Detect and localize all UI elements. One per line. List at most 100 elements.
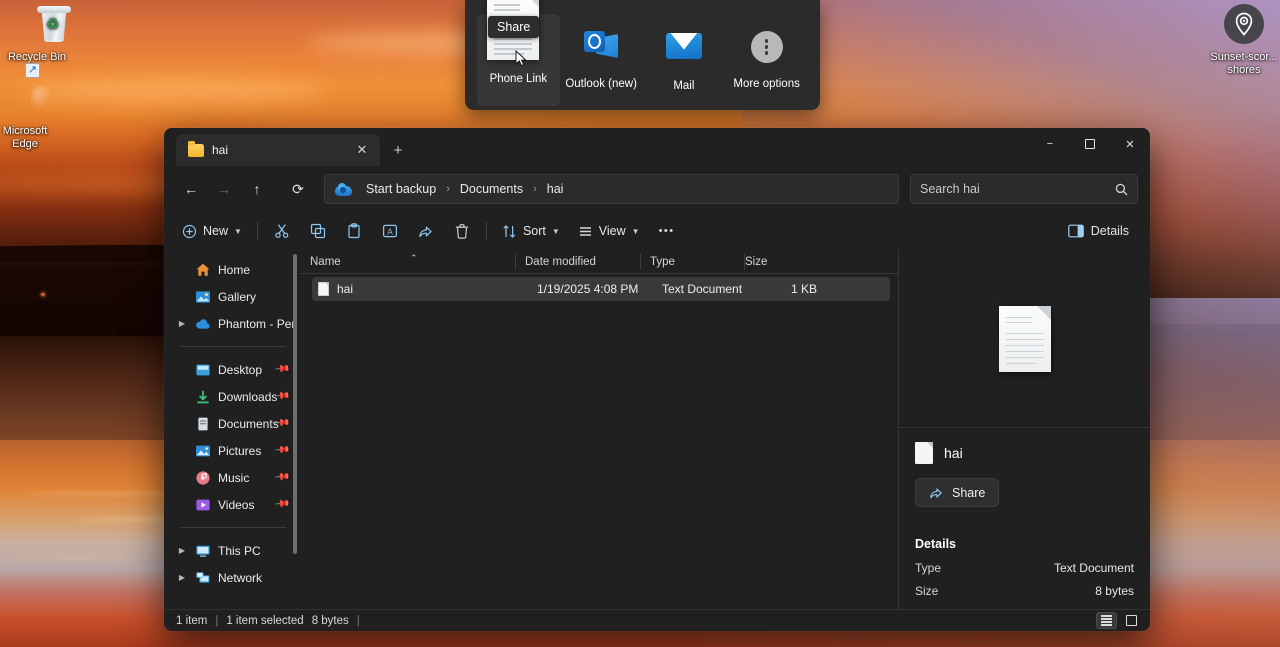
sidebar-item-label: Music [218,471,249,485]
pin-icon[interactable]: 📌 [273,469,290,485]
home-icon [195,262,211,278]
sidebar-item-downloads[interactable]: Downloads 📌 [168,383,294,410]
large-icons-view-button[interactable] [1121,612,1142,629]
up-button[interactable]: ↑ [242,174,272,204]
explorer-address-bar: ← → ↑ ⟳ Start backup › Documents › hai S… [164,166,1150,212]
expand-chevron-icon[interactable]: ▶ [176,319,188,328]
details-share-button[interactable]: Share [915,478,999,507]
sort-button[interactable]: Sort ▼ [494,216,568,246]
breadcrumb[interactable]: Start backup › Documents › hai [324,174,899,204]
sidebar-item-label: Videos [218,498,254,512]
share-icon [929,485,944,500]
expand-chevron-icon[interactable]: ▶ [176,573,188,582]
sidebar-item-home[interactable]: Home [168,256,294,283]
desktop-icon-label-line1: Microsoft [3,125,48,137]
desktop-icon-sunset-shores[interactable]: Sunset-scor... shores [1207,2,1280,77]
cut-button[interactable] [265,216,299,246]
new-tab-button[interactable]: + [386,138,410,162]
see-more-button[interactable]: ••• [650,216,684,246]
column-header-type[interactable]: Type [640,250,745,274]
details-view-button[interactable] [1096,612,1117,629]
expand-chevron-icon[interactable]: ▶ [176,546,188,555]
copy-button[interactable] [301,216,335,246]
column-header-label: Type [650,256,675,268]
minimize-button[interactable]: − [1030,128,1070,160]
svg-text:A: A [387,227,393,236]
close-button[interactable]: ✕ [1110,128,1150,160]
text-document-preview-icon [999,306,1051,372]
sort-icon [502,224,517,239]
paste-button[interactable] [337,216,371,246]
details-row-size: Size 8 bytes [915,584,1134,598]
ellipsis-icon: ••• [659,225,675,237]
large-icons-view-icon [1126,615,1137,626]
breadcrumb-item-documents[interactable]: Documents [453,180,530,198]
rename-button[interactable]: A [373,216,407,246]
details-pane-toggle[interactable]: Details [1059,216,1138,246]
folder-icon [188,144,204,157]
table-row[interactable]: hai 1/19/2025 4:08 PM Text Document 1 KB [312,277,890,301]
share-button[interactable] [409,216,443,246]
view-button[interactable]: View ▼ [570,216,648,246]
breadcrumb-item-start-backup[interactable]: Start backup [359,180,443,198]
downloads-icon [195,389,211,405]
details-content: hai Share Details Type Text Document Siz… [899,428,1150,609]
details-value: 8 bytes [1095,584,1134,598]
sidebar-item-label: Downloads [218,390,277,404]
rename-icon: A [382,223,398,239]
sidebar-item-documents[interactable]: Documents 📌 [168,410,294,437]
onedrive-icon [195,316,211,332]
desktop-icon-recycle-bin[interactable]: ♻ Recycle Bin [0,4,74,64]
share-target-more-options[interactable]: More options [725,14,808,90]
breadcrumb-item-hai[interactable]: hai [540,180,571,198]
pin-icon[interactable]: 📌 [273,361,290,377]
sidebar-item-videos[interactable]: Videos 📌 [168,491,294,518]
navigation-pane: Home Gallery ▶ [164,250,300,609]
share-tooltip: Share [488,16,539,38]
share-target-mail[interactable]: Mail [643,14,726,92]
desktop-icon-label-line2: shores [1207,64,1280,77]
wallpaper-light-dot [41,293,45,296]
pin-icon[interactable]: 📌 [273,442,290,458]
sidebar-item-gallery[interactable]: Gallery [168,283,294,310]
sidebar-item-network[interactable]: ▶ Network [168,564,294,591]
refresh-button[interactable]: ⟳ [283,174,313,204]
sidebar-scrollbar[interactable] [293,254,297,554]
status-selection-size: 8 bytes [312,615,349,627]
desktop-icon-microsoft-edge[interactable]: ↗ Microsoft Edge [0,78,62,151]
sidebar-item-phantom-personal[interactable]: ▶ Phantom - Persc [168,310,294,337]
sidebar-item-this-pc[interactable]: ▶ This PC [168,537,294,564]
file-type: Text Document [652,282,757,296]
share-button-label: Share [952,486,985,500]
sidebar-item-label: Phantom - Persc [218,317,294,331]
delete-button[interactable] [445,216,479,246]
search-input[interactable]: Search hai [910,174,1138,204]
chevron-down-icon: ▼ [234,227,242,236]
column-header-name[interactable]: Name ⌃ [300,250,515,274]
chevron-down-icon: ▼ [552,227,560,236]
pin-icon[interactable]: 📌 [273,496,290,512]
forward-button[interactable]: → [209,174,239,204]
back-button[interactable]: ← [176,174,206,204]
sidebar-item-desktop[interactable]: Desktop 📌 [168,356,294,383]
sidebar-item-label: Pictures [218,444,261,458]
divider [486,222,487,240]
sidebar-item-music[interactable]: Music 📌 [168,464,294,491]
new-button[interactable]: New ▼ [174,216,250,246]
paste-icon [346,223,362,239]
sidebar-item-pictures[interactable]: Pictures 📌 [168,437,294,464]
sidebar-item-label: Gallery [218,290,256,304]
column-header-size[interactable]: Size [745,250,815,274]
tab-close-button[interactable]: ✕ [350,138,374,162]
explorer-body: Home Gallery ▶ [164,250,1150,609]
share-target-outlook[interactable]: Outlook (new) [560,14,643,90]
details-section-title: Details [915,537,1134,551]
details-file-name: hai [944,445,963,461]
share-target-label: Outlook (new) [560,78,643,90]
share-target-label: More options [725,78,808,90]
column-header-date-modified[interactable]: Date modified [515,250,640,274]
explorer-tab-hai[interactable]: hai ✕ [176,134,380,166]
maximize-button[interactable] [1070,128,1110,160]
file-rows: hai 1/19/2025 4:08 PM Text Document 1 KB [300,274,898,609]
this-pc-icon [195,543,211,559]
